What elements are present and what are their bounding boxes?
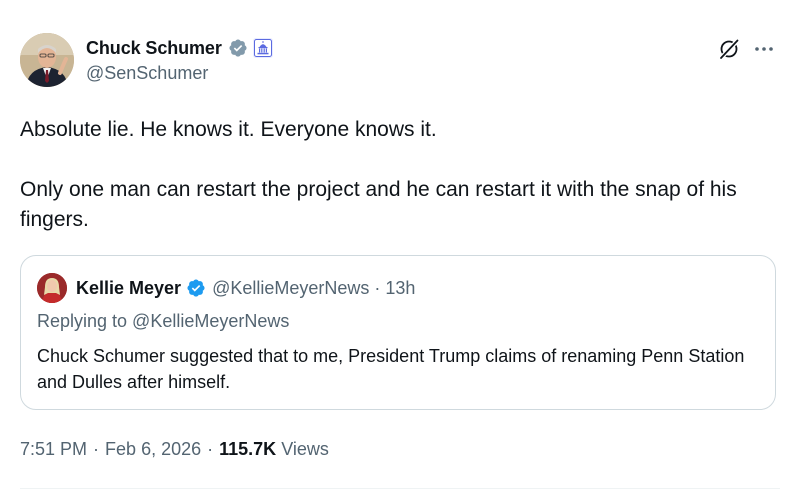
avatar-image — [20, 33, 74, 87]
views-label: Views — [281, 439, 329, 459]
quote-author-avatar[interactable] — [37, 273, 67, 303]
author-display-name[interactable]: Chuck Schumer — [86, 38, 222, 59]
verified-badge-icon — [228, 38, 248, 58]
quote-timestamp[interactable]: 13h — [385, 278, 415, 299]
quoted-tweet[interactable]: Kellie Meyer @KellieMeyerNews · 13h Repl… — [20, 255, 776, 410]
tweet-time[interactable]: 7:51 PM — [20, 439, 87, 460]
tweet-date[interactable]: Feb 6, 2026 — [105, 439, 201, 460]
tweet-text: Absolute lie. He knows it. Everyone know… — [20, 115, 780, 235]
quote-header: Kellie Meyer @KellieMeyerNews · 13h — [76, 276, 415, 300]
meta-separator: · — [93, 439, 100, 459]
more-icon[interactable] — [752, 37, 776, 61]
quote-author-handle[interactable]: @KellieMeyerNews — [212, 278, 369, 299]
author-name-row: Chuck Schumer — [86, 36, 273, 60]
author-handle[interactable]: @SenSchumer — [86, 63, 208, 84]
tweet-meta: 7:51 PM · Feb 6, 2026 · 115.7K Views — [20, 439, 329, 460]
quote-avatar-image — [37, 273, 67, 303]
tweet-card: Chuck Schumer @SenSchumer Absolute lie. … — [0, 0, 800, 489]
tweet-paragraph: Only one man can restart the project and… — [20, 178, 737, 231]
quote-author-name[interactable]: Kellie Meyer — [76, 278, 181, 299]
quote-replying-to: Replying to @KellieMeyerNews — [37, 311, 290, 331]
government-badge-icon — [252, 38, 273, 58]
quote-separator: · — [374, 277, 381, 298]
tweet-paragraph: Absolute lie. He knows it. Everyone know… — [20, 118, 437, 141]
meta-separator: · — [207, 439, 214, 459]
quote-verified-badge-icon — [186, 278, 206, 298]
grok-icon[interactable] — [717, 37, 741, 61]
author-avatar[interactable] — [20, 33, 74, 87]
quote-text: Chuck Schumer suggested that to me, Pres… — [37, 346, 745, 392]
views-count[interactable]: 115.7K — [219, 439, 276, 460]
